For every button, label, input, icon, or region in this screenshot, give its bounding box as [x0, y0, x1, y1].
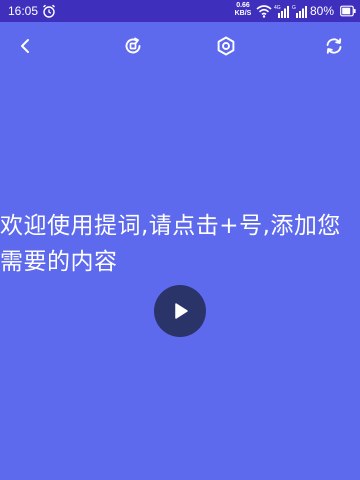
play-button[interactable]: [154, 285, 206, 337]
battery-percent: 80%: [310, 4, 335, 18]
rotate-screen-icon: [125, 37, 141, 54]
network-speed-unit: KB/S: [234, 10, 252, 17]
settings-button[interactable]: [213, 33, 239, 59]
back-arrow-icon: [21, 39, 29, 53]
status-bar: 16:05 0.66 KB/S 4G G 80%: [0, 0, 360, 22]
network-speed: 0.66 KB/S: [232, 2, 254, 18]
refresh-button[interactable]: [321, 33, 347, 59]
status-time: 16:05: [8, 4, 39, 18]
network-speed-value: 0.66: [236, 2, 250, 9]
alarm-clock-icon: [43, 4, 55, 18]
settings-icon: [217, 36, 235, 56]
battery-icon: [340, 5, 356, 17]
back-button[interactable]: [12, 33, 38, 59]
play-icon: [175, 303, 188, 319]
cellular-signal-1-icon: 4G: [274, 5, 289, 18]
cellular-signal-2-icon: G: [292, 5, 307, 18]
signal-1-label: 4G: [274, 5, 281, 11]
rotate-screen-button[interactable]: [120, 33, 146, 59]
wifi-icon: [256, 5, 272, 18]
refresh-icon: [326, 38, 342, 54]
signal-2-label: G: [292, 5, 296, 11]
prompt-text: 欢迎使用提词,请点击+号,添加您需要的内容: [0, 213, 341, 275]
